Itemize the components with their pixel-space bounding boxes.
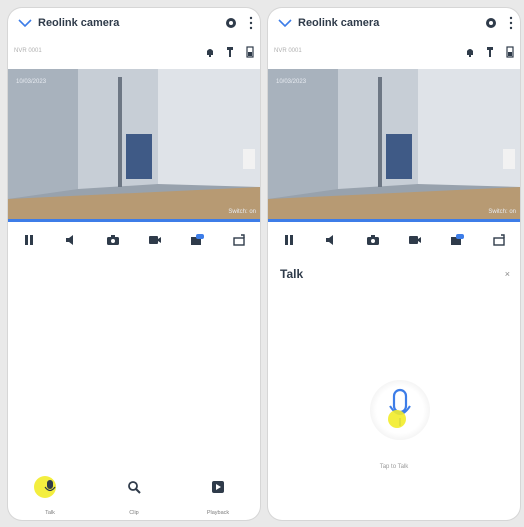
- talk-panel-title: Talk: [280, 267, 304, 281]
- camera-video-feed[interactable]: 10/03/2023 Switch: on: [268, 69, 520, 219]
- camera-icon: [107, 235, 119, 245]
- more-vertical-icon[interactable]: [508, 16, 514, 30]
- close-button[interactable]: ×: [505, 269, 510, 279]
- speaker-icon: [326, 235, 333, 245]
- more-vertical-icon[interactable]: [248, 16, 254, 30]
- audio-button[interactable]: [64, 233, 78, 247]
- gear-icon[interactable]: [484, 16, 498, 30]
- spotlight-icon[interactable]: [484, 46, 496, 58]
- video-record-icon: [149, 236, 161, 244]
- record-button[interactable]: [408, 233, 422, 247]
- snapshot-button[interactable]: [106, 233, 120, 247]
- camera-icon: [367, 235, 379, 245]
- talk-hint-text: Tap to Talk: [379, 464, 409, 470]
- nav-talk[interactable]: Talk: [20, 462, 80, 520]
- fullscreen-button[interactable]: [492, 233, 506, 247]
- fullscreen-icon: [493, 234, 505, 246]
- device-subtitle: NVR 0001: [14, 48, 42, 54]
- top-bar: Reolink camera: [8, 8, 260, 40]
- mic-icon: [44, 480, 56, 492]
- hd-badge-icon: [451, 234, 464, 245]
- device-subtitle: NVR 0001: [274, 48, 302, 54]
- video-status-text: Switch: on: [228, 209, 256, 215]
- playback-controls: [268, 228, 520, 252]
- audio-button[interactable]: [324, 233, 338, 247]
- play-icon: [212, 481, 224, 493]
- video-status-text: Switch: on: [488, 209, 516, 215]
- battery-icon: [246, 46, 254, 58]
- phone-screen-live-view: Reolink camera NVR 0001 10/03/2023 Switc…: [8, 8, 260, 520]
- battery-icon: [506, 46, 514, 58]
- stream-progress-bar: [8, 219, 260, 222]
- chevron-down-icon[interactable]: [18, 18, 32, 28]
- camera-title: Reolink camera: [298, 17, 380, 29]
- video-timestamp: 10/03/2023: [16, 79, 47, 85]
- status-bar: NVR 0001: [268, 42, 520, 64]
- camera-scene-image: [268, 69, 520, 219]
- record-button[interactable]: [148, 233, 162, 247]
- tap-indicator: [388, 410, 406, 428]
- stream-progress-bar: [268, 219, 520, 222]
- alarm-icon[interactable]: [204, 46, 216, 58]
- hd-badge-icon: [191, 234, 204, 245]
- phone-screen-talk: Reolink camera NVR 0001 10/03/2023 Switc…: [268, 8, 520, 520]
- spotlight-icon[interactable]: [224, 46, 236, 58]
- nav-clip[interactable]: Clip: [104, 462, 164, 520]
- nav-clip-label: Clip: [129, 510, 139, 516]
- speaker-icon: [66, 235, 73, 245]
- pause-button[interactable]: [22, 233, 36, 247]
- camera-scene-image: [8, 69, 260, 219]
- playback-controls: [8, 228, 260, 252]
- nav-playback[interactable]: Playback: [188, 462, 248, 520]
- camera-video-feed[interactable]: 10/03/2023 Switch: on: [8, 69, 260, 219]
- pause-button[interactable]: [282, 233, 296, 247]
- quality-button[interactable]: [450, 233, 464, 247]
- nav-playback-label: Playback: [206, 510, 230, 516]
- snapshot-button[interactable]: [366, 233, 380, 247]
- gear-icon[interactable]: [224, 16, 238, 30]
- video-timestamp: 10/03/2023: [276, 79, 307, 85]
- video-record-icon: [409, 236, 421, 244]
- fullscreen-button[interactable]: [232, 233, 246, 247]
- nav-talk-label: Talk: [45, 510, 55, 516]
- status-bar: NVR 0001: [8, 42, 260, 64]
- quality-button[interactable]: [190, 233, 204, 247]
- fullscreen-icon: [233, 234, 245, 246]
- search-icon: [128, 481, 141, 494]
- pause-icon: [285, 235, 293, 245]
- top-bar: Reolink camera: [268, 8, 520, 40]
- pause-icon: [25, 235, 33, 245]
- bottom-navigation: Talk Clip Playback: [8, 462, 260, 520]
- alarm-icon[interactable]: [464, 46, 476, 58]
- chevron-down-icon[interactable]: [278, 18, 292, 28]
- camera-title: Reolink camera: [38, 17, 120, 29]
